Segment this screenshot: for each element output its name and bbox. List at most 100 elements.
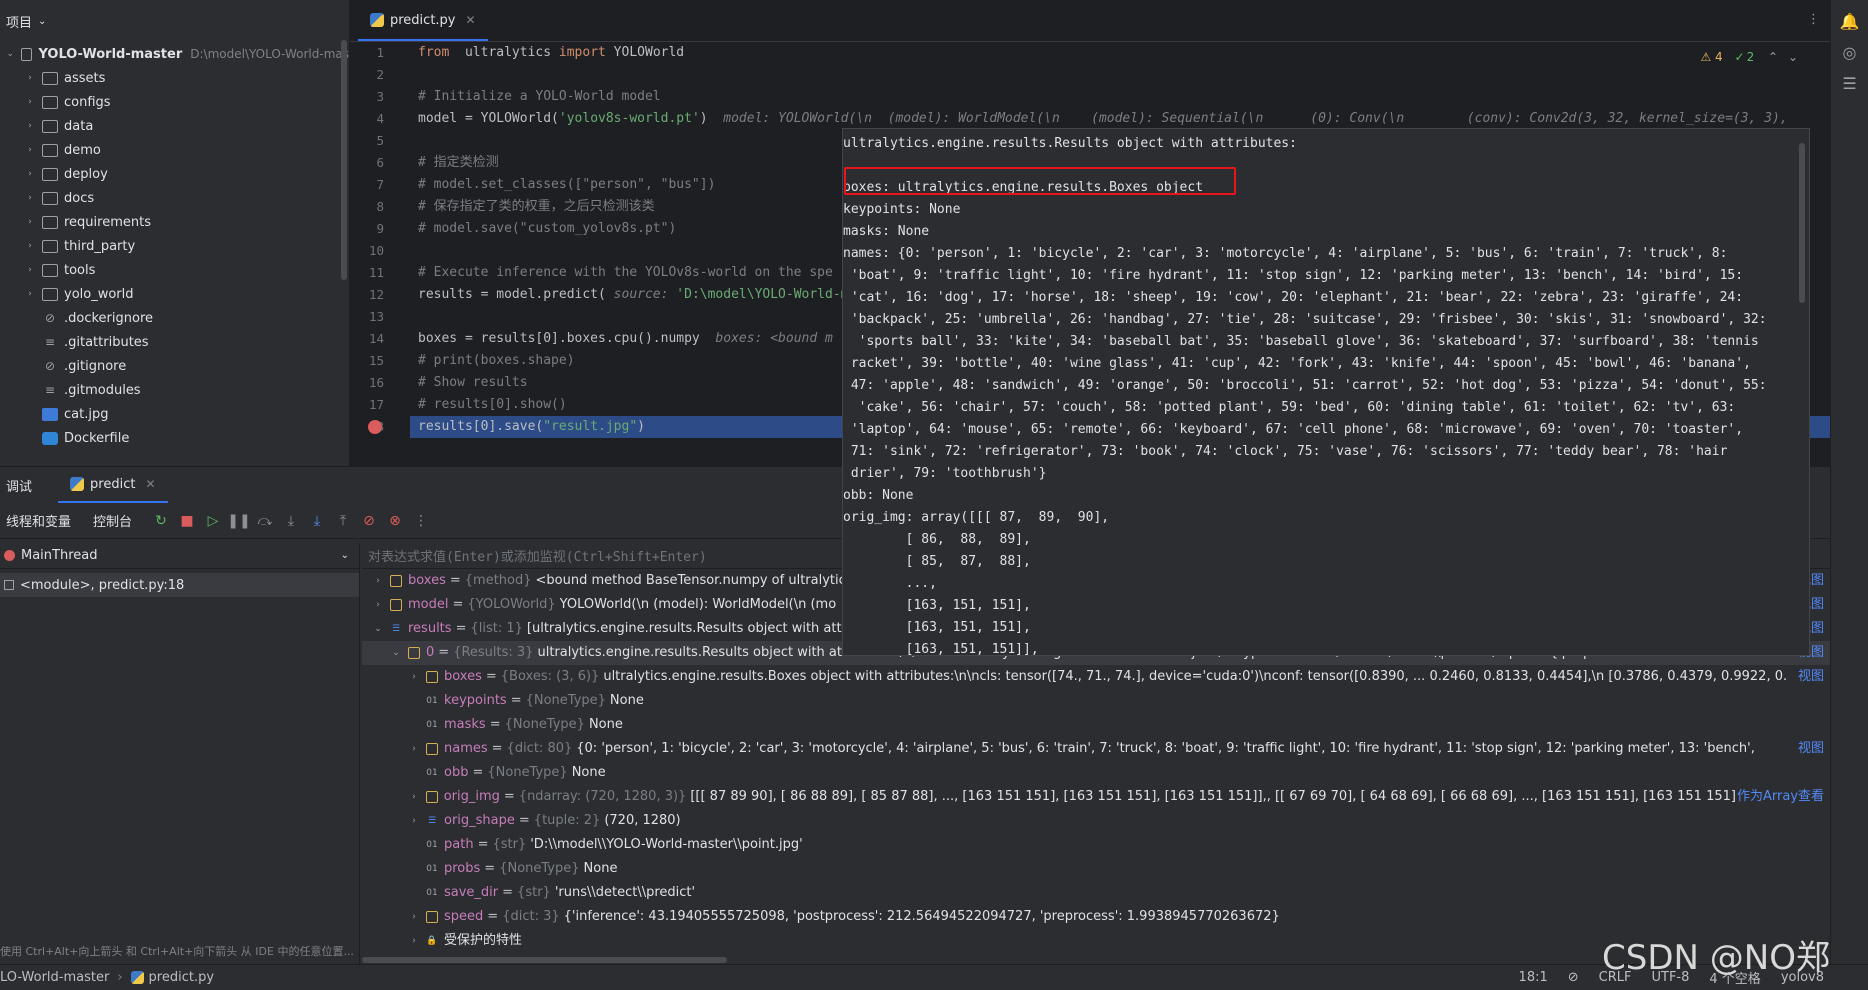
chevron-right-icon[interactable]: › [24, 121, 36, 131]
chevron-right-icon[interactable]: › [24, 265, 36, 275]
chevron-right-icon[interactable]: › [408, 809, 420, 833]
view-link[interactable]: 视图 [1798, 737, 1830, 761]
resume-icon[interactable]: ▷ [200, 513, 226, 529]
project-scrollbar[interactable] [341, 40, 347, 280]
chevron-right-icon[interactable]: › [24, 217, 36, 227]
close-icon[interactable]: ✕ [466, 13, 476, 27]
tree-item[interactable]: › assets [0, 66, 349, 90]
code-line[interactable]: from ultralytics import YOLOWorld [418, 42, 1830, 64]
chevron-right-icon[interactable]: › [408, 785, 420, 809]
variable-row[interactable]: 01 obb = {NoneType} None [362, 761, 1830, 785]
variable-value: None [588, 717, 623, 732]
tree-item[interactable]: › third_party [0, 234, 349, 258]
tree-item[interactable]: › data [0, 114, 349, 138]
tree-item[interactable]: ⊘ .gitignore [0, 354, 349, 378]
tree-item[interactable]: ≡ .gitattributes [0, 330, 349, 354]
stop-icon[interactable]: ■ [174, 513, 200, 529]
tree-root[interactable]: ⌄ YOLO-World-master D:\model\YOLO-World-… [0, 42, 349, 66]
variable-name: speed [444, 909, 484, 924]
chevron-down-icon[interactable]: ⌄ [1788, 50, 1798, 64]
variable-row[interactable]: › orig_img = {ndarray: (720, 1280, 3)}[[[ 8… [362, 785, 1830, 809]
more-icon[interactable]: ⋮ [1807, 12, 1820, 27]
variable-row[interactable]: 01 probs = {NoneType} None [362, 857, 1830, 881]
chevron-right-icon[interactable]: › [24, 97, 36, 107]
chevron-right-icon[interactable]: › [408, 905, 420, 929]
variable-type: {NoneType} [487, 765, 568, 780]
chevron-down-icon[interactable]: ⌄ [390, 641, 402, 665]
line-number: 6 [376, 155, 384, 170]
tree-item[interactable]: › docs [0, 186, 349, 210]
tab-console[interactable]: 控制台 [87, 511, 138, 530]
code-line[interactable]: # Initialize a YOLO-World model [418, 86, 1830, 108]
chevron-down-icon[interactable]: ⌄ [372, 617, 384, 641]
mute-breakpoints-icon[interactable]: ⊗ [382, 513, 408, 529]
breakpoint-icon[interactable] [368, 420, 382, 434]
ai-assistant-icon[interactable]: ◎ [1831, 43, 1868, 62]
variable-row[interactable]: 01 masks = {NoneType} None [362, 713, 1830, 737]
tree-item[interactable]: › requirements [0, 210, 349, 234]
line-gutter[interactable]: 123456789101112131415161718 [350, 42, 418, 466]
caret-position[interactable]: 18:1 [1519, 970, 1548, 985]
variable-row[interactable]: › ☰ orig_shape = {tuple: 2} (720, 1280) [362, 809, 1830, 833]
pause-icon[interactable]: ❚❚ [226, 513, 252, 529]
variable-row[interactable]: 01 save_dir = {str}'runs\\detect\\predict' [362, 881, 1830, 905]
variables-scrollbar[interactable] [362, 957, 727, 963]
chevron-right-icon[interactable]: › [408, 929, 420, 953]
notifications-icon[interactable]: 🔔 [1831, 12, 1868, 31]
project-header[interactable]: 项目 ⌄ [0, 0, 349, 42]
variable-row[interactable]: 01 keypoints = {NoneType} None [362, 689, 1830, 713]
chevron-right-icon[interactable]: › [24, 169, 36, 179]
tree-item[interactable]: › deploy [0, 162, 349, 186]
chevron-down-icon[interactable]: ⌄ [6, 49, 15, 59]
code-line[interactable]: model = YOLOWorld('yolov8s-world.pt') mo… [418, 108, 1830, 130]
tree-item[interactable]: ≡ .gitmodules [0, 378, 349, 402]
chevron-right-icon[interactable]: › [24, 73, 36, 83]
variable-row[interactable]: 01 path = {str} 'D:\\model\\YOLO-World-maste… [362, 833, 1830, 857]
tab-run-config[interactable]: predict ✕ [58, 467, 168, 503]
view-link[interactable]: 作为Array查看 [1737, 785, 1830, 809]
chevron-right-icon[interactable]: › [372, 593, 384, 617]
chevron-right-icon[interactable]: › [24, 193, 36, 203]
step-into-my-code-icon[interactable]: ⤓ [304, 513, 330, 529]
chevron-right-icon[interactable]: › [24, 241, 36, 251]
more-icon[interactable]: ⋮ [408, 513, 434, 529]
step-into-icon[interactable]: ⤓ [278, 513, 304, 529]
tree-item[interactable]: › tools [0, 258, 349, 282]
step-out-icon[interactable]: ⤒ [330, 513, 356, 529]
tab-threads-variables[interactable]: 线程和变量 [0, 511, 77, 530]
view-breakpoints-icon[interactable]: ⊘ [356, 513, 382, 529]
tree-item[interactable]: › configs [0, 90, 349, 114]
tree-item[interactable]: › yolo_world [0, 282, 349, 306]
tree-item[interactable]: cat.jpg [0, 402, 349, 426]
thread-selector[interactable]: MainThread ⌄ [0, 543, 359, 569]
chevron-right-icon[interactable]: › [408, 737, 420, 761]
chevron-right-icon[interactable]: › [408, 665, 420, 689]
step-over-icon[interactable]: ⤼ [252, 513, 278, 529]
chevron-right-icon[interactable]: › [372, 569, 384, 593]
variable-row[interactable]: › boxes = {Boxes: (3, 6)} ultralytics.engine… [362, 665, 1830, 689]
tab-debug[interactable]: 调试 [0, 476, 38, 495]
variable-row[interactable]: › names = {dict: 80} {0: 'person', 1: 'bicyc… [362, 737, 1830, 761]
chevron-right-icon[interactable]: › [24, 289, 36, 299]
tree-item[interactable]: › demo [0, 138, 349, 162]
variable-row[interactable]: › speed = {dict: 3} {'inference': 43.1940555… [362, 905, 1830, 929]
database-icon[interactable]: ☰ [1831, 74, 1868, 93]
chevron-right-icon[interactable]: › [24, 145, 36, 155]
tree-item[interactable]: Dockerfile [0, 426, 349, 450]
stack-frame[interactable]: <module>, predict.py:18 [0, 573, 359, 597]
code-token: model: YOLOWorld(\n (model): WorldModel(… [723, 111, 1788, 126]
variable-type: {NoneType} [499, 861, 580, 876]
tooltip-scrollbar[interactable] [1799, 143, 1805, 303]
breadcrumb-file[interactable]: predict.py [149, 970, 215, 985]
view-link[interactable]: 视图 [1798, 665, 1830, 689]
close-icon[interactable]: ✕ [145, 477, 155, 491]
inspection-widget[interactable]: ⚠ 4 ✓ 2 ⌃ ⌄ [1700, 50, 1798, 64]
chevron-up-icon[interactable]: ⌃ [1768, 50, 1778, 64]
list-icon: ☰ [427, 816, 437, 826]
breadcrumb-project[interactable]: LO-World-master [0, 970, 109, 985]
tab-predict-py[interactable]: predict.py ✕ [358, 1, 488, 41]
tree-item[interactable]: ⊘ .dockerignore [0, 306, 349, 330]
rerun-icon[interactable]: ↻ [148, 513, 174, 529]
code-line[interactable] [418, 64, 1830, 86]
no-inspection-icon[interactable]: ⊘ [1568, 970, 1579, 985]
